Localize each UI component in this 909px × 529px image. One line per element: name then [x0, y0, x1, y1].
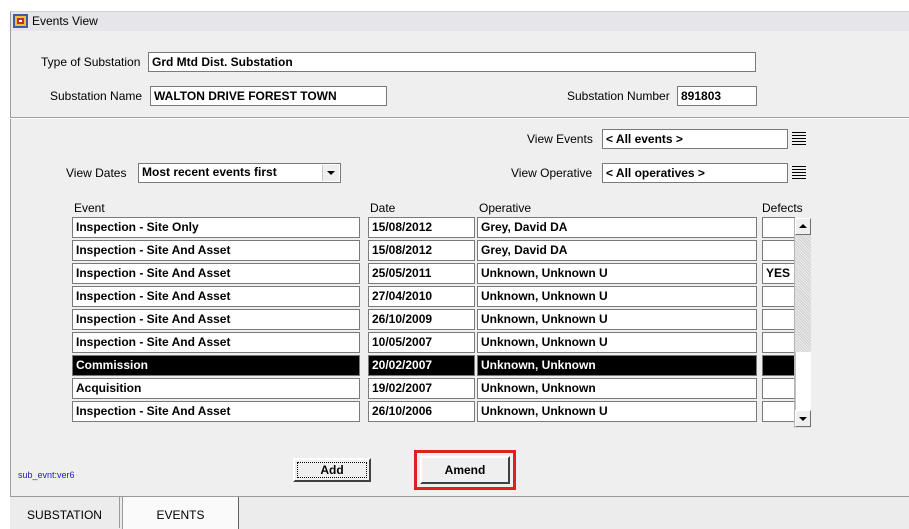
- section-divider: [10, 117, 909, 119]
- operative-cell[interactable]: Unknown, Unknown: [477, 378, 757, 399]
- view-events-label: View Events: [527, 132, 593, 146]
- tab-strip: SUBSTATION EVENTS: [10, 496, 909, 529]
- view-events-field[interactable]: < All events >: [602, 129, 788, 149]
- view-operative-field[interactable]: < All operatives >: [602, 163, 788, 183]
- date-cell[interactable]: 15/08/2012: [368, 217, 475, 238]
- title-bar: Events View: [10, 11, 909, 32]
- add-button[interactable]: Add: [293, 458, 371, 482]
- scrollbar-thumb[interactable]: [795, 352, 811, 410]
- app-icon: [13, 14, 28, 28]
- substation-name-field[interactable]: WALTON DRIVE FOREST TOWN: [150, 86, 387, 106]
- column-header-event: Event: [74, 201, 105, 215]
- operative-cell[interactable]: Grey, David DA: [477, 240, 757, 261]
- view-dates-select[interactable]: Most recent events first: [138, 163, 341, 183]
- substation-name-label: Substation Name: [50, 89, 143, 103]
- view-dates-label: View Dates: [66, 166, 127, 180]
- operative-cell[interactable]: Unknown, Unknown: [477, 355, 757, 376]
- view-events-list-icon[interactable]: [790, 130, 808, 148]
- view-operative-list-icon[interactable]: [790, 164, 808, 182]
- defects-cell[interactable]: [762, 286, 795, 307]
- view-dates-value: Most recent events first: [142, 165, 277, 179]
- chevron-down-icon[interactable]: [322, 165, 339, 181]
- date-cell[interactable]: 20/02/2007: [368, 355, 475, 376]
- scroll-up-arrow-icon[interactable]: [795, 218, 811, 235]
- tab-substation[interactable]: SUBSTATION: [10, 497, 120, 528]
- defects-cell[interactable]: [762, 217, 795, 238]
- event-cell[interactable]: Commission: [72, 355, 360, 376]
- date-cell[interactable]: 25/05/2011: [368, 263, 475, 284]
- type-of-substation-label: Type of Substation: [41, 55, 141, 69]
- event-cell[interactable]: Inspection - Site And Asset: [72, 332, 360, 353]
- type-of-substation-field[interactable]: Grd Mtd Dist. Substation: [148, 52, 756, 72]
- defects-cell[interactable]: [762, 401, 795, 422]
- operative-cell[interactable]: Unknown, Unknown U: [477, 309, 757, 330]
- defects-cell[interactable]: YES: [762, 263, 795, 284]
- date-cell[interactable]: 19/02/2007: [368, 378, 475, 399]
- date-cell[interactable]: 10/05/2007: [368, 332, 475, 353]
- defects-cell[interactable]: [762, 378, 795, 399]
- window-title: Events View: [32, 14, 98, 28]
- event-cell[interactable]: Inspection - Site And Asset: [72, 240, 360, 261]
- date-cell[interactable]: 26/10/2006: [368, 401, 475, 422]
- version-label: sub_evnt:ver6: [18, 470, 75, 480]
- substation-number-field[interactable]: 891803: [677, 86, 757, 106]
- date-cell[interactable]: 26/10/2009: [368, 309, 475, 330]
- event-cell[interactable]: Inspection - Site Only: [72, 217, 360, 238]
- operative-cell[interactable]: Unknown, Unknown U: [477, 263, 757, 284]
- column-header-defects: Defects: [762, 201, 803, 215]
- date-cell[interactable]: 27/04/2010: [368, 286, 475, 307]
- view-operative-label: View Operative: [511, 166, 593, 180]
- scroll-down-arrow-icon[interactable]: [795, 410, 811, 427]
- column-header-operative: Operative: [479, 201, 532, 215]
- event-cell[interactable]: Acquisition: [72, 378, 360, 399]
- operative-cell[interactable]: Unknown, Unknown U: [477, 401, 757, 422]
- operative-cell[interactable]: Unknown, Unknown U: [477, 286, 757, 307]
- operative-cell[interactable]: Unknown, Unknown U: [477, 332, 757, 353]
- substation-number-label: Substation Number: [567, 89, 670, 103]
- column-header-date: Date: [370, 201, 396, 215]
- event-cell[interactable]: Inspection - Site And Asset: [72, 401, 360, 422]
- event-cell[interactable]: Inspection - Site And Asset: [72, 286, 360, 307]
- event-cell[interactable]: Inspection - Site And Asset: [72, 309, 360, 330]
- defects-cell[interactable]: [762, 355, 795, 376]
- events-view-window: Events View Type of Substation Grd Mtd D…: [0, 0, 909, 529]
- defects-cell[interactable]: [762, 332, 795, 353]
- operative-cell[interactable]: Grey, David DA: [477, 217, 757, 238]
- defects-cell[interactable]: [762, 309, 795, 330]
- defects-cell[interactable]: [762, 240, 795, 261]
- amend-highlight-box: [414, 450, 516, 490]
- date-cell[interactable]: 15/08/2012: [368, 240, 475, 261]
- tab-events[interactable]: EVENTS: [122, 497, 239, 529]
- event-cell[interactable]: Inspection - Site And Asset: [72, 263, 360, 284]
